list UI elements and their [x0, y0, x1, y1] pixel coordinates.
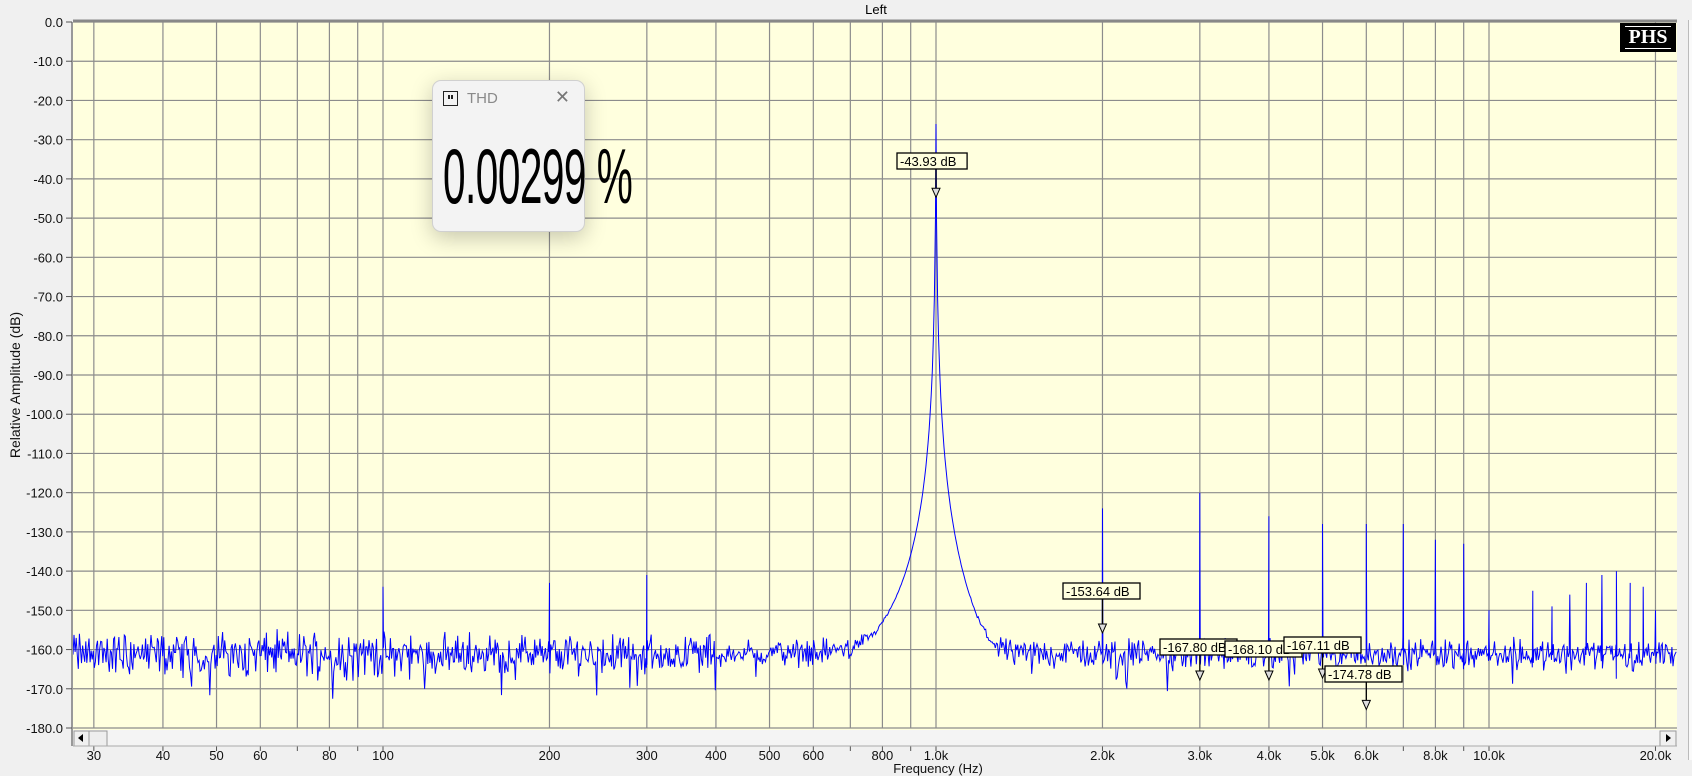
y-tick-label: -40.0	[33, 172, 63, 187]
y-tick-label: -120.0	[26, 486, 63, 501]
y-tick-label: -90.0	[33, 368, 63, 383]
marker-label: -153.64 dB	[1066, 584, 1130, 599]
thd-popup-title: THD	[467, 90, 498, 107]
x-tick-label: 60	[253, 748, 267, 763]
x-tick-label: 4.0k	[1257, 748, 1282, 763]
x-tick-label: 8.0k	[1423, 748, 1448, 763]
y-tick-label: -80.0	[33, 329, 63, 344]
x-tick-label: 80	[322, 748, 336, 763]
marker-label: -167.11 dB	[1287, 638, 1350, 653]
x-tick-label: 2.0k	[1090, 748, 1115, 763]
y-tick-label: 0.0	[45, 15, 63, 30]
y-axis-label: Relative Amplitude (dB)	[7, 312, 23, 458]
y-tick-label: -20.0	[33, 93, 63, 108]
thd-value: 0.00299 %	[443, 132, 633, 220]
x-axis-label: Frequency (Hz)	[893, 761, 983, 776]
side-panel-edge	[1688, 20, 1692, 760]
marker-label: -167.80 dB	[1163, 640, 1227, 655]
x-tick-label: 30	[87, 748, 101, 763]
y-tick-label: -110.0	[27, 446, 63, 461]
x-tick-label: 200	[539, 748, 561, 763]
x-axis: 30 40 50 60 80 100 200 300 400 500 600 800 1.0k 2.0k 3…	[87, 746, 1672, 763]
x-tick-label: 800	[872, 748, 894, 763]
y-axis: 0.0 -10.0 -20.0 -30.0 -40.0 -50.0 -60.0 -70.0 -8…	[26, 15, 72, 736]
marker-label: -174.78 dB	[1328, 667, 1392, 682]
y-tick-label: -50.0	[33, 211, 63, 226]
y-tick-label: -60.0	[33, 250, 63, 265]
x-tick-label: 300	[636, 748, 658, 763]
y-tick-label: -150.0	[26, 603, 63, 618]
pause-icon[interactable]	[443, 91, 458, 106]
phs-logo: PHS	[1620, 23, 1676, 52]
y-tick-label: -130.0	[26, 525, 63, 540]
marker-label: -43.93 dB	[900, 154, 956, 169]
spectrum-chart: 0.0 -10.0 -20.0 -30.0 -40.0 -50.0 -60.0 -70.0 -8…	[7, 2, 1677, 776]
y-tick-label: -170.0	[26, 682, 63, 697]
y-tick-label: -160.0	[26, 643, 63, 658]
x-tick-label: 400	[705, 748, 727, 763]
y-tick-label: -100.0	[26, 407, 63, 422]
x-tick-label: 40	[156, 748, 170, 763]
x-tick-label: 100	[372, 748, 394, 763]
scrollbar-thumb[interactable]	[88, 730, 108, 747]
y-tick-label: -180.0	[26, 721, 63, 736]
plot-area	[73, 22, 1677, 730]
x-tick-label: 3.0k	[1188, 748, 1213, 763]
y-tick-label: -140.0	[26, 564, 63, 579]
horizontal-scrollbar[interactable]	[73, 730, 1677, 746]
x-tick-label: 50	[209, 748, 223, 763]
y-tick-label: -70.0	[33, 290, 63, 305]
thd-popup[interactable]: THD ✕ 0.00299 %	[432, 80, 633, 232]
x-tick-label: 6.0k	[1354, 748, 1379, 763]
y-tick-label: -10.0	[33, 54, 63, 69]
marker-label: -168.10 dB	[1228, 642, 1292, 657]
x-tick-label: 20.0k	[1640, 748, 1672, 763]
chart-title: Left	[865, 2, 887, 17]
x-tick-label: 10.0k	[1473, 748, 1505, 763]
x-tick-label: 5.0k	[1310, 748, 1335, 763]
x-tick-label: 600	[802, 748, 824, 763]
y-tick-label: -30.0	[33, 133, 63, 148]
close-icon[interactable]: ✕	[555, 87, 570, 108]
x-tick-label: 500	[759, 748, 781, 763]
